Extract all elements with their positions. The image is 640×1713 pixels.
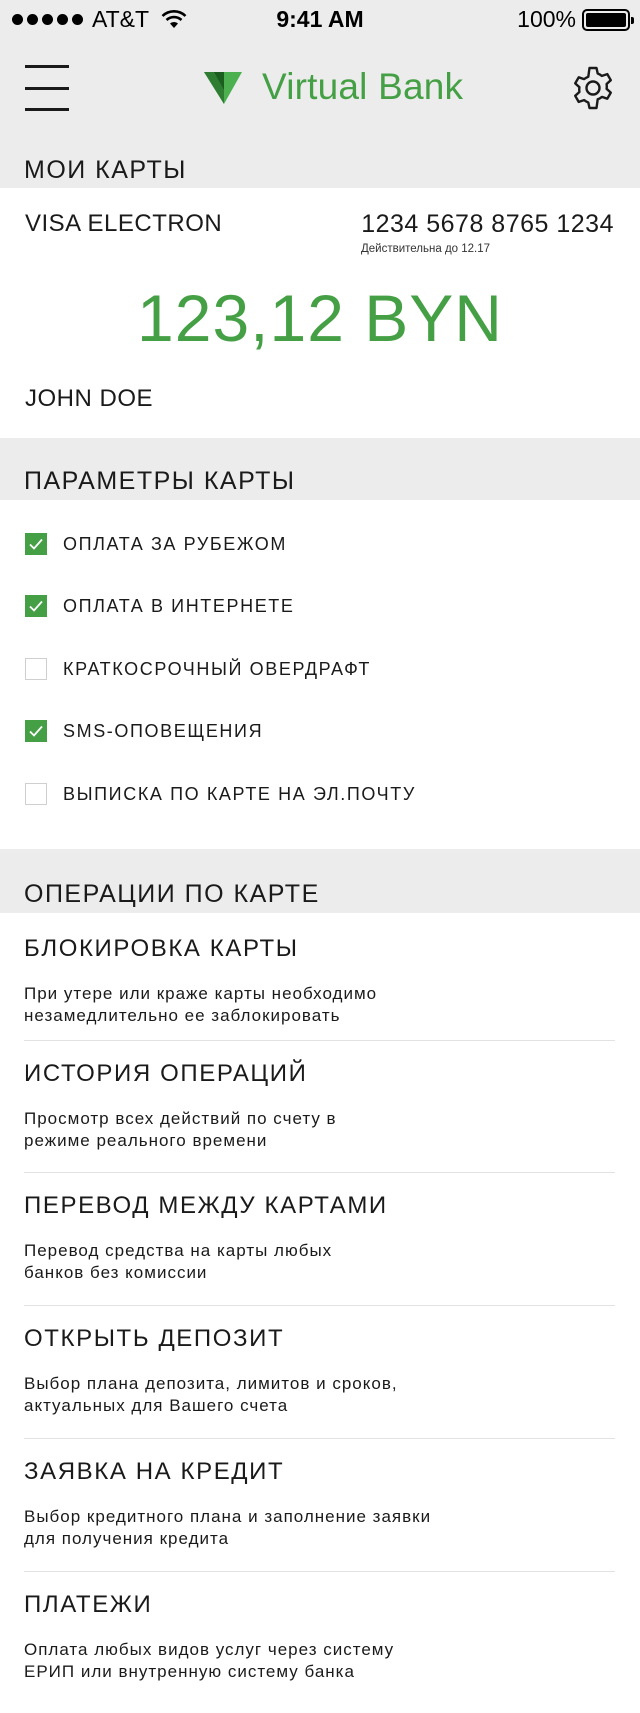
card-params-list: ОПЛАТА ЗА РУБЕЖОМ ОПЛАТА В ИНТЕРНЕТЕ КРА… <box>0 500 640 849</box>
menu-line-icon <box>25 65 69 68</box>
param-row-email-statement[interactable]: ВЫПИСКА ПО КАРТЕ НА ЭЛ.ПОЧТУ <box>25 783 416 805</box>
section-title-card-operations: ОПЕРАЦИИ ПО КАРТЕ <box>24 880 320 908</box>
operation-open-deposit[interactable]: ОТКРЫТЬ ДЕПОЗИТ Выбор плана депозита, ли… <box>24 1325 615 1417</box>
card-type: VISA ELECTRON <box>25 210 223 237</box>
checkbox[interactable] <box>25 658 47 680</box>
operation-block-card[interactable]: БЛОКИРОВКА КАРТЫ При утере или краже кар… <box>24 935 615 1027</box>
checkmark-icon <box>29 538 43 550</box>
menu-line-icon <box>25 108 69 111</box>
status-bar-right: 100% <box>517 6 634 33</box>
param-row-sms[interactable]: SMS-ОПОВЕЩЕНИЯ <box>25 720 263 742</box>
battery-icon <box>582 8 634 31</box>
operation-description: Просмотр всех действий по счету в режиме… <box>24 1109 337 1150</box>
operation-transfer[interactable]: ПЕРЕВОД МЕЖДУ КАРТАМИ Перевод средства н… <box>24 1192 615 1284</box>
card-holder: JOHN DOE <box>25 385 154 412</box>
checkbox[interactable] <box>25 783 47 805</box>
operation-credit-request[interactable]: ЗАЯВКА НА КРЕДИТ Выбор кредитного плана … <box>24 1458 615 1550</box>
operation-description: Выбор кредитного плана и заполнение заяв… <box>24 1507 432 1548</box>
battery-percent: 100% <box>517 6 576 32</box>
divider <box>24 1438 615 1439</box>
app-header: Virtual Bank <box>0 42 640 174</box>
card-panel[interactable]: VISA ELECTRON 1234 5678 8765 1234 Действ… <box>0 188 640 438</box>
checkmark-icon <box>29 725 43 737</box>
param-row-abroad[interactable]: ОПЛАТА ЗА РУБЕЖОМ <box>25 533 287 555</box>
operation-title: ЗАЯВКА НА КРЕДИТ <box>24 1458 285 1485</box>
operation-description: При утере или краже карты необходимо нез… <box>24 984 378 1025</box>
section-title-card-params: ПАРАМЕТРЫ КАРТЫ <box>24 467 296 495</box>
param-row-overdraft[interactable]: КРАТКОСРОЧНЫЙ ОВЕРДРАФТ <box>25 658 371 680</box>
operation-description: Перевод средства на карты любых банков б… <box>24 1241 333 1282</box>
app-logo: Virtual Bank <box>204 66 463 108</box>
operation-title: ОТКРЫТЬ ДЕПОЗИТ <box>24 1325 285 1352</box>
checkbox[interactable] <box>25 533 47 555</box>
operation-description: Выбор плана депозита, лимитов и сроков, … <box>24 1374 398 1415</box>
divider <box>24 1172 615 1173</box>
gear-icon <box>574 66 612 110</box>
checkbox[interactable] <box>25 595 47 617</box>
checkbox[interactable] <box>25 720 47 742</box>
operation-title: ИСТОРИЯ ОПЕРАЦИЙ <box>24 1060 308 1087</box>
operation-description: Оплата любых видов услуг через систему Е… <box>24 1640 395 1681</box>
section-title-my-cards: МОИ КАРТЫ <box>24 156 187 184</box>
card-balance: 123,12 BYN <box>137 281 503 355</box>
param-label: SMS-ОПОВЕЩЕНИЯ <box>63 720 264 741</box>
divider <box>24 1571 615 1572</box>
operation-title: ПЕРЕВОД МЕЖДУ КАРТАМИ <box>24 1192 388 1219</box>
settings-button[interactable] <box>569 64 617 112</box>
param-label: КРАТКОСРОЧНЫЙ ОВЕРДРАФТ <box>63 658 371 679</box>
bank-logo-icon <box>204 72 242 104</box>
card-operations-list: БЛОКИРОВКА КАРТЫ При утере или краже кар… <box>0 913 640 1713</box>
param-label: ОПЛАТА ЗА РУБЕЖОМ <box>63 533 287 554</box>
param-row-internet[interactable]: ОПЛАТА В ИНТЕРНЕТЕ <box>25 595 295 617</box>
checkmark-icon <box>29 600 43 612</box>
param-label: ОПЛАТА В ИНТЕРНЕТЕ <box>63 595 295 616</box>
logo-text: Virtual Bank <box>262 66 464 107</box>
operation-payments[interactable]: ПЛАТЕЖИ Оплата любых видов услуг через с… <box>24 1591 615 1683</box>
card-number: 1234 5678 8765 1234 <box>361 210 614 238</box>
status-bar: AT&T 9:41 AM 100% <box>0 0 640 42</box>
operation-history[interactable]: ИСТОРИЯ ОПЕРАЦИЙ Просмотр всех действий … <box>24 1060 615 1152</box>
divider <box>24 1305 615 1306</box>
param-label: ВЫПИСКА ПО КАРТЕ НА ЭЛ.ПОЧТУ <box>63 783 416 804</box>
hamburger-menu-button[interactable] <box>25 65 69 111</box>
operation-title: БЛОКИРОВКА КАРТЫ <box>24 935 299 962</box>
operation-title: ПЛАТЕЖИ <box>24 1591 153 1618</box>
card-valid-until: Действительна до 12.17 <box>361 243 491 255</box>
menu-line-icon <box>25 86 69 90</box>
divider <box>24 1040 615 1041</box>
